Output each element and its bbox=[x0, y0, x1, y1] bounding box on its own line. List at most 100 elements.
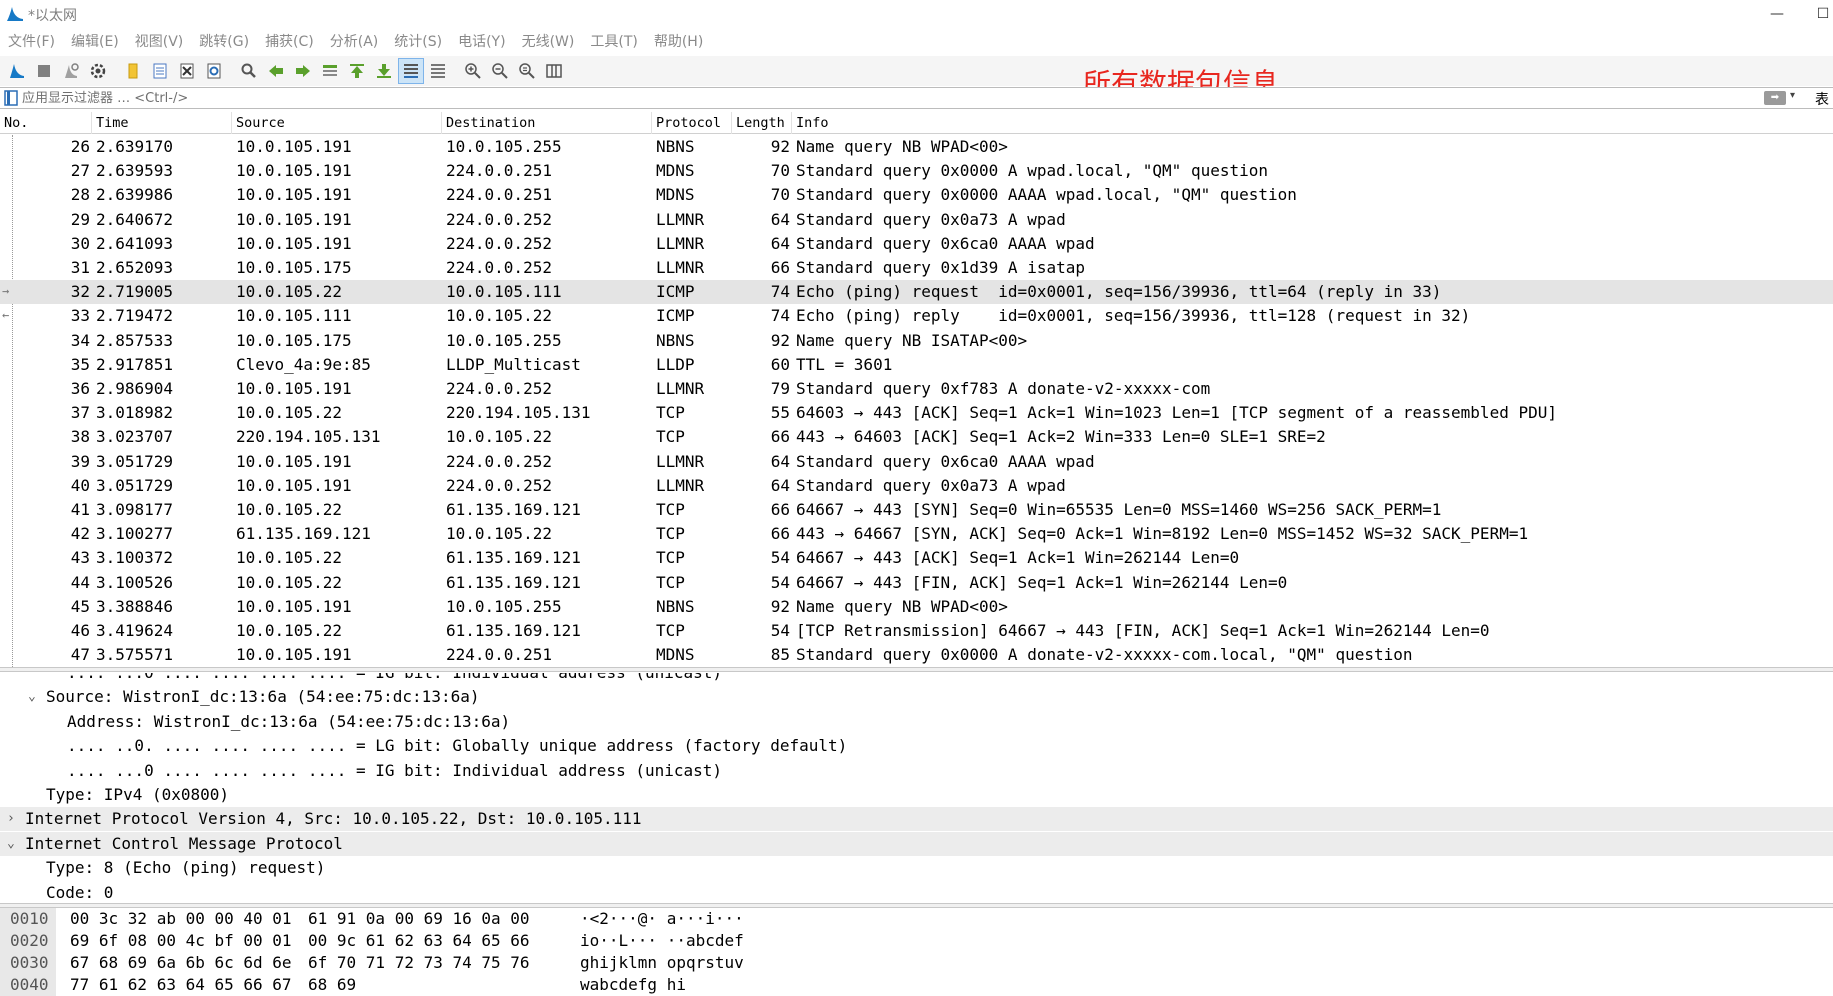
bytes-row[interactable]: 0010 00 3c 32 ab 00 00 40 01 61 91 0a 00 6… bbox=[0, 908, 1833, 930]
menu-telephony[interactable]: 电话(Y) bbox=[450, 30, 513, 54]
column-header-time[interactable]: Time bbox=[92, 112, 232, 134]
packet-row[interactable]: 39 3.051729 10.0.105.191 224.0.0.252 LLMNR 64… bbox=[0, 450, 1833, 474]
packet-row[interactable]: 42 3.100277 61.135.169.121 10.0.105.22 TCP 66… bbox=[0, 522, 1833, 546]
packet-row[interactable]: 28 2.639986 10.0.105.191 224.0.0.251 MDNS 70 S… bbox=[0, 183, 1833, 207]
go-first-icon[interactable] bbox=[344, 58, 370, 84]
menu-capture[interactable]: 捕获(C) bbox=[257, 30, 322, 54]
packet-row[interactable]: 45 3.388846 10.0.105.191 10.0.105.255 NBNS 92… bbox=[0, 595, 1833, 619]
detail-tree-row[interactable]: ⌄ Internet Control Message Protocol bbox=[0, 831, 1833, 856]
packet-row[interactable]: 31 2.652093 10.0.105.175 224.0.0.252 LLMNR 66… bbox=[0, 256, 1833, 280]
packet-row[interactable]: 36 2.986904 10.0.105.191 224.0.0.252 LLMNR 79… bbox=[0, 377, 1833, 401]
detail-tree-row[interactable]: Code: 0 bbox=[0, 881, 1833, 905]
bookmark-icon[interactable] bbox=[4, 90, 18, 106]
save-file-icon[interactable] bbox=[147, 58, 173, 84]
restart-capture-icon[interactable] bbox=[58, 58, 84, 84]
collapse-arrow-icon[interactable]: ⌄ bbox=[28, 685, 42, 709]
packet-list[interactable]: 26 2.639170 10.0.105.191 10.0.105.255 NBNS 92… bbox=[0, 135, 1833, 667]
packet-row[interactable]: 27 2.639593 10.0.105.191 224.0.0.251 MDNS 70 S… bbox=[0, 159, 1833, 183]
packet-row[interactable]: 35 2.917851 Clevo_4a:9e:85 LLDP_Multicast LL… bbox=[0, 353, 1833, 377]
detail-tree-row[interactable]: Address: WistronI_dc:13:6a (54:ee:75:dc:… bbox=[0, 710, 1833, 734]
packet-time: 3.100372 bbox=[96, 548, 174, 568]
packet-bytes-pane[interactable]: 0010 00 3c 32 ab 00 00 40 01 61 91 0a 00 6… bbox=[0, 908, 1833, 996]
packet-row[interactable]: 38 3.023707 220.194.105.131 10.0.105.22 TCP 6… bbox=[0, 425, 1833, 449]
column-header-no[interactable]: No. bbox=[0, 112, 92, 134]
detail-tree-row[interactable]: .... ...0 .... .... .... .... = IG bit: … bbox=[0, 759, 1833, 783]
menu-statistics[interactable]: 统计(S) bbox=[386, 30, 450, 54]
packet-protocol: NBNS bbox=[656, 330, 695, 350]
go-back-icon[interactable] bbox=[263, 58, 289, 84]
detail-tree-row[interactable]: .... ..0. .... .... .... .... = LG bit: … bbox=[0, 734, 1833, 758]
resize-columns-icon[interactable] bbox=[541, 58, 567, 84]
packet-row[interactable]: 29 2.640672 10.0.105.191 224.0.0.252 LLMNR 64… bbox=[0, 208, 1833, 232]
packet-row[interactable]: 33 2.719472 10.0.105.111 10.0.105.22 ICMP 74 E… bbox=[0, 304, 1833, 328]
packet-info: TTL = 3601 bbox=[796, 354, 893, 374]
detail-tree-row[interactable]: ⌄ Source: WistronI_dc:13:6a (54:ee:75:dc:… bbox=[0, 685, 1833, 709]
column-header-destination[interactable]: Destination bbox=[442, 112, 652, 134]
packet-row[interactable]: 26 2.639170 10.0.105.191 10.0.105.255 NBNS 92… bbox=[0, 135, 1833, 159]
bytes-offset: 0040 bbox=[0, 974, 56, 996]
colorize-icon[interactable] bbox=[425, 58, 451, 84]
close-file-icon[interactable] bbox=[174, 58, 200, 84]
packet-row[interactable]: 47 3.575571 10.0.105.191 224.0.0.251 MDNS 85 S… bbox=[0, 643, 1833, 667]
go-forward-icon[interactable] bbox=[290, 58, 316, 84]
detail-tree-row[interactable]: › Internet Protocol Version 4, Src: 10.0.… bbox=[0, 807, 1833, 832]
detail-tree-row[interactable]: Type: IPv4 (0x0800) bbox=[0, 783, 1833, 807]
collapse-arrow-icon[interactable]: ⌄ bbox=[7, 832, 21, 856]
column-header-length[interactable]: Length bbox=[732, 112, 792, 134]
bytes-row[interactable]: 0020 69 6f 08 00 4c bf 00 01 00 9c 61 62 6… bbox=[0, 930, 1833, 952]
reload-file-icon[interactable] bbox=[201, 58, 227, 84]
stop-capture-icon[interactable] bbox=[31, 58, 57, 84]
packet-row[interactable]: 41 3.098177 10.0.105.22 61.135.169.121 TCP 66… bbox=[0, 498, 1833, 522]
packet-row[interactable]: 43 3.100372 10.0.105.22 61.135.169.121 TCP 54… bbox=[0, 546, 1833, 570]
menu-edit[interactable]: 编辑(E) bbox=[63, 30, 127, 54]
packet-info: 443 → 64667 [SYN, ACK] Seq=0 Ack=1 Win=8… bbox=[796, 524, 1529, 544]
go-last-icon[interactable] bbox=[371, 58, 397, 84]
packet-length: 64 bbox=[770, 233, 790, 253]
packet-no: 29 bbox=[70, 209, 90, 229]
menu-file[interactable]: 文件(F) bbox=[0, 30, 63, 54]
zoom-normal-icon[interactable] bbox=[514, 58, 540, 84]
column-header-source[interactable]: Source bbox=[232, 112, 442, 134]
zoom-out-icon[interactable] bbox=[487, 58, 513, 84]
open-file-icon[interactable] bbox=[120, 58, 146, 84]
packet-row[interactable]: 32 2.719005 10.0.105.22 10.0.105.111 ICMP 74 E… bbox=[0, 280, 1833, 305]
packet-info: [TCP Retransmission] 64667 → 443 [FIN, A… bbox=[796, 621, 1490, 640]
detail-tree-row[interactable]: Type: 8 (Echo (ping) request) bbox=[0, 856, 1833, 880]
menu-help[interactable]: 帮助(H) bbox=[646, 30, 711, 54]
packet-source: 10.0.105.191 bbox=[236, 645, 352, 665]
expand-arrow-icon[interactable]: › bbox=[7, 807, 21, 831]
bytes-row[interactable]: 0030 67 68 69 6a 6b 6c 6d 6e 6f 70 71 72 7… bbox=[0, 952, 1833, 974]
minimize-button[interactable]: — bbox=[1754, 0, 1800, 28]
start-capture-icon[interactable] bbox=[4, 58, 30, 84]
capture-options-icon[interactable] bbox=[85, 58, 111, 84]
apply-filter-button[interactable]: ➡ bbox=[1764, 91, 1786, 105]
packet-row[interactable]: 44 3.100526 10.0.105.22 61.135.169.121 TCP 54… bbox=[0, 571, 1833, 595]
autoscroll-icon[interactable] bbox=[398, 58, 424, 84]
maximize-button[interactable]: ☐ bbox=[1800, 0, 1833, 28]
filter-history-dropdown[interactable]: ▾ bbox=[1790, 90, 1795, 101]
bytes-row[interactable]: 0040 77 61 62 63 64 65 66 67 68 69 wabcdefg… bbox=[0, 974, 1833, 996]
packet-row[interactable]: 46 3.419624 10.0.105.22 61.135.169.121 TCP 54… bbox=[0, 619, 1833, 643]
display-filter-input[interactable] bbox=[22, 88, 1762, 108]
go-to-packet-icon[interactable] bbox=[317, 58, 343, 84]
menu-view[interactable]: 视图(V) bbox=[127, 30, 192, 54]
packet-length: 64 bbox=[770, 475, 790, 495]
packet-row[interactable]: 34 2.857533 10.0.105.175 10.0.105.255 NBNS 92… bbox=[0, 329, 1833, 353]
packet-row[interactable]: 37 3.018982 10.0.105.22 220.194.105.131 TCP 5… bbox=[0, 401, 1833, 425]
pane-splitter-top[interactable] bbox=[0, 667, 1833, 672]
packet-row[interactable]: 30 2.641093 10.0.105.191 224.0.0.252 LLMNR 64… bbox=[0, 232, 1833, 256]
packet-destination: 61.135.169.121 bbox=[446, 572, 581, 592]
packet-details-pane[interactable]: .... ...0 .... .... .... .... = IG bit: … bbox=[0, 673, 1833, 905]
menu-go[interactable]: 跳转(G) bbox=[191, 30, 257, 54]
menu-wireless[interactable]: 无线(W) bbox=[514, 30, 583, 54]
detail-tree-row[interactable]: .... ...0 .... .... .... .... = IG bit: … bbox=[0, 673, 1833, 685]
packet-source: 10.0.105.175 bbox=[236, 330, 352, 350]
filter-expression-button[interactable]: 表 bbox=[1815, 89, 1829, 109]
menu-tools[interactable]: 工具(T) bbox=[582, 30, 645, 54]
column-header-protocol[interactable]: Protocol bbox=[652, 112, 732, 134]
menu-analyze[interactable]: 分析(A) bbox=[322, 30, 387, 54]
packet-row[interactable]: 40 3.051729 10.0.105.191 224.0.0.252 LLMNR 64… bbox=[0, 474, 1833, 498]
zoom-in-icon[interactable] bbox=[460, 58, 486, 84]
column-header-info[interactable]: Info bbox=[792, 112, 1833, 134]
find-packet-icon[interactable] bbox=[236, 58, 262, 84]
